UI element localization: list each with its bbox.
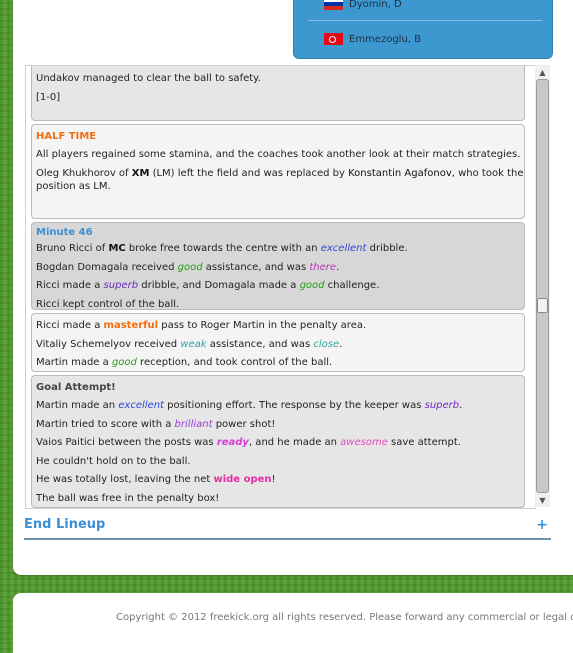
footer-panel (13, 593, 573, 653)
chevron-up-icon: ▲ (539, 67, 546, 77)
lineup-player-row[interactable]: Emmezoglu, B (324, 32, 421, 46)
scrollbar-track[interactable] (536, 79, 549, 493)
event-line: Bruno Ricci of MC broke free towards the… (36, 243, 408, 254)
halftime-block: HALF TIME All players regained some stam… (31, 124, 525, 219)
scroll-up-button[interactable]: ▲ (535, 65, 550, 79)
event-line: Ricci kept control of the ball. (36, 298, 180, 310)
event-line: The ball was free in the penalty box! (36, 492, 220, 504)
goal-attempt-title: Goal Attempt! (36, 382, 116, 393)
event-line: All players regained some stamina, and t… (36, 149, 521, 160)
event-line: Vaios Paitici between the posts was read… (36, 437, 461, 448)
player-name: Emmezoglu, B (349, 33, 422, 45)
event-line: Martin tried to score with a brilliant p… (36, 418, 276, 430)
turkey-flag-icon (324, 33, 343, 45)
feed-scrollbar[interactable]: ▲ ▼ (535, 65, 550, 507)
event-line: Undakov managed to clear the ball to saf… (36, 73, 261, 84)
lineup-box: Dyomin, D Emmezoglu, B (293, 0, 553, 59)
event-line: He couldn't hold on to the ball. (36, 455, 191, 467)
score-line: [1-0] (36, 91, 61, 103)
copyright-text: Copyright © 2012 freekick.org all rights… (116, 612, 573, 623)
player-name: Dyomin, D (349, 0, 402, 10)
minute-title: Minute 46 (36, 227, 93, 238)
event-block: Undakov managed to clear the ball to saf… (31, 66, 525, 121)
event-line: Martin made an excellent positioning eff… (36, 400, 463, 411)
substitution-line-cont: position as LM. (36, 181, 111, 192)
event-line: Bogdan Domagala received good assistance… (36, 261, 340, 273)
expand-plus-icon[interactable]: + (536, 517, 548, 533)
chevron-down-icon: ▼ (539, 495, 546, 505)
event-line: Ricci made a masterful pass to Roger Mar… (36, 320, 367, 331)
minute-46-block: Minute 46 Bruno Ricci of MC broke free t… (31, 222, 525, 310)
halftime-title: HALF TIME (36, 131, 97, 142)
divider (308, 20, 542, 21)
end-lineup-title[interactable]: End Lineup (24, 517, 105, 532)
goal-attempt-block: Goal Attempt! Martin made an excellent p… (31, 375, 525, 508)
event-line: Ricci made a superb dribble, and Domagal… (36, 280, 380, 291)
russia-flag-icon (324, 0, 343, 10)
scroll-down-button[interactable]: ▼ (535, 493, 550, 507)
event-line: He was totally lost, leaving the net wid… (36, 474, 276, 485)
end-lineup-header[interactable]: End Lineup + (24, 517, 551, 540)
lineup-player-row[interactable]: Dyomin, D (324, 0, 402, 11)
match-commentary-feed[interactable]: Undakov managed to clear the ball to saf… (25, 65, 536, 509)
event-line: Vitaliy Schemelyov received weak assista… (36, 338, 343, 350)
event-line: Martin made a good reception, and took c… (36, 357, 333, 368)
pass-block: Ricci made a masterful pass to Roger Mar… (31, 313, 525, 372)
scrollbar-thumb[interactable] (537, 298, 548, 313)
